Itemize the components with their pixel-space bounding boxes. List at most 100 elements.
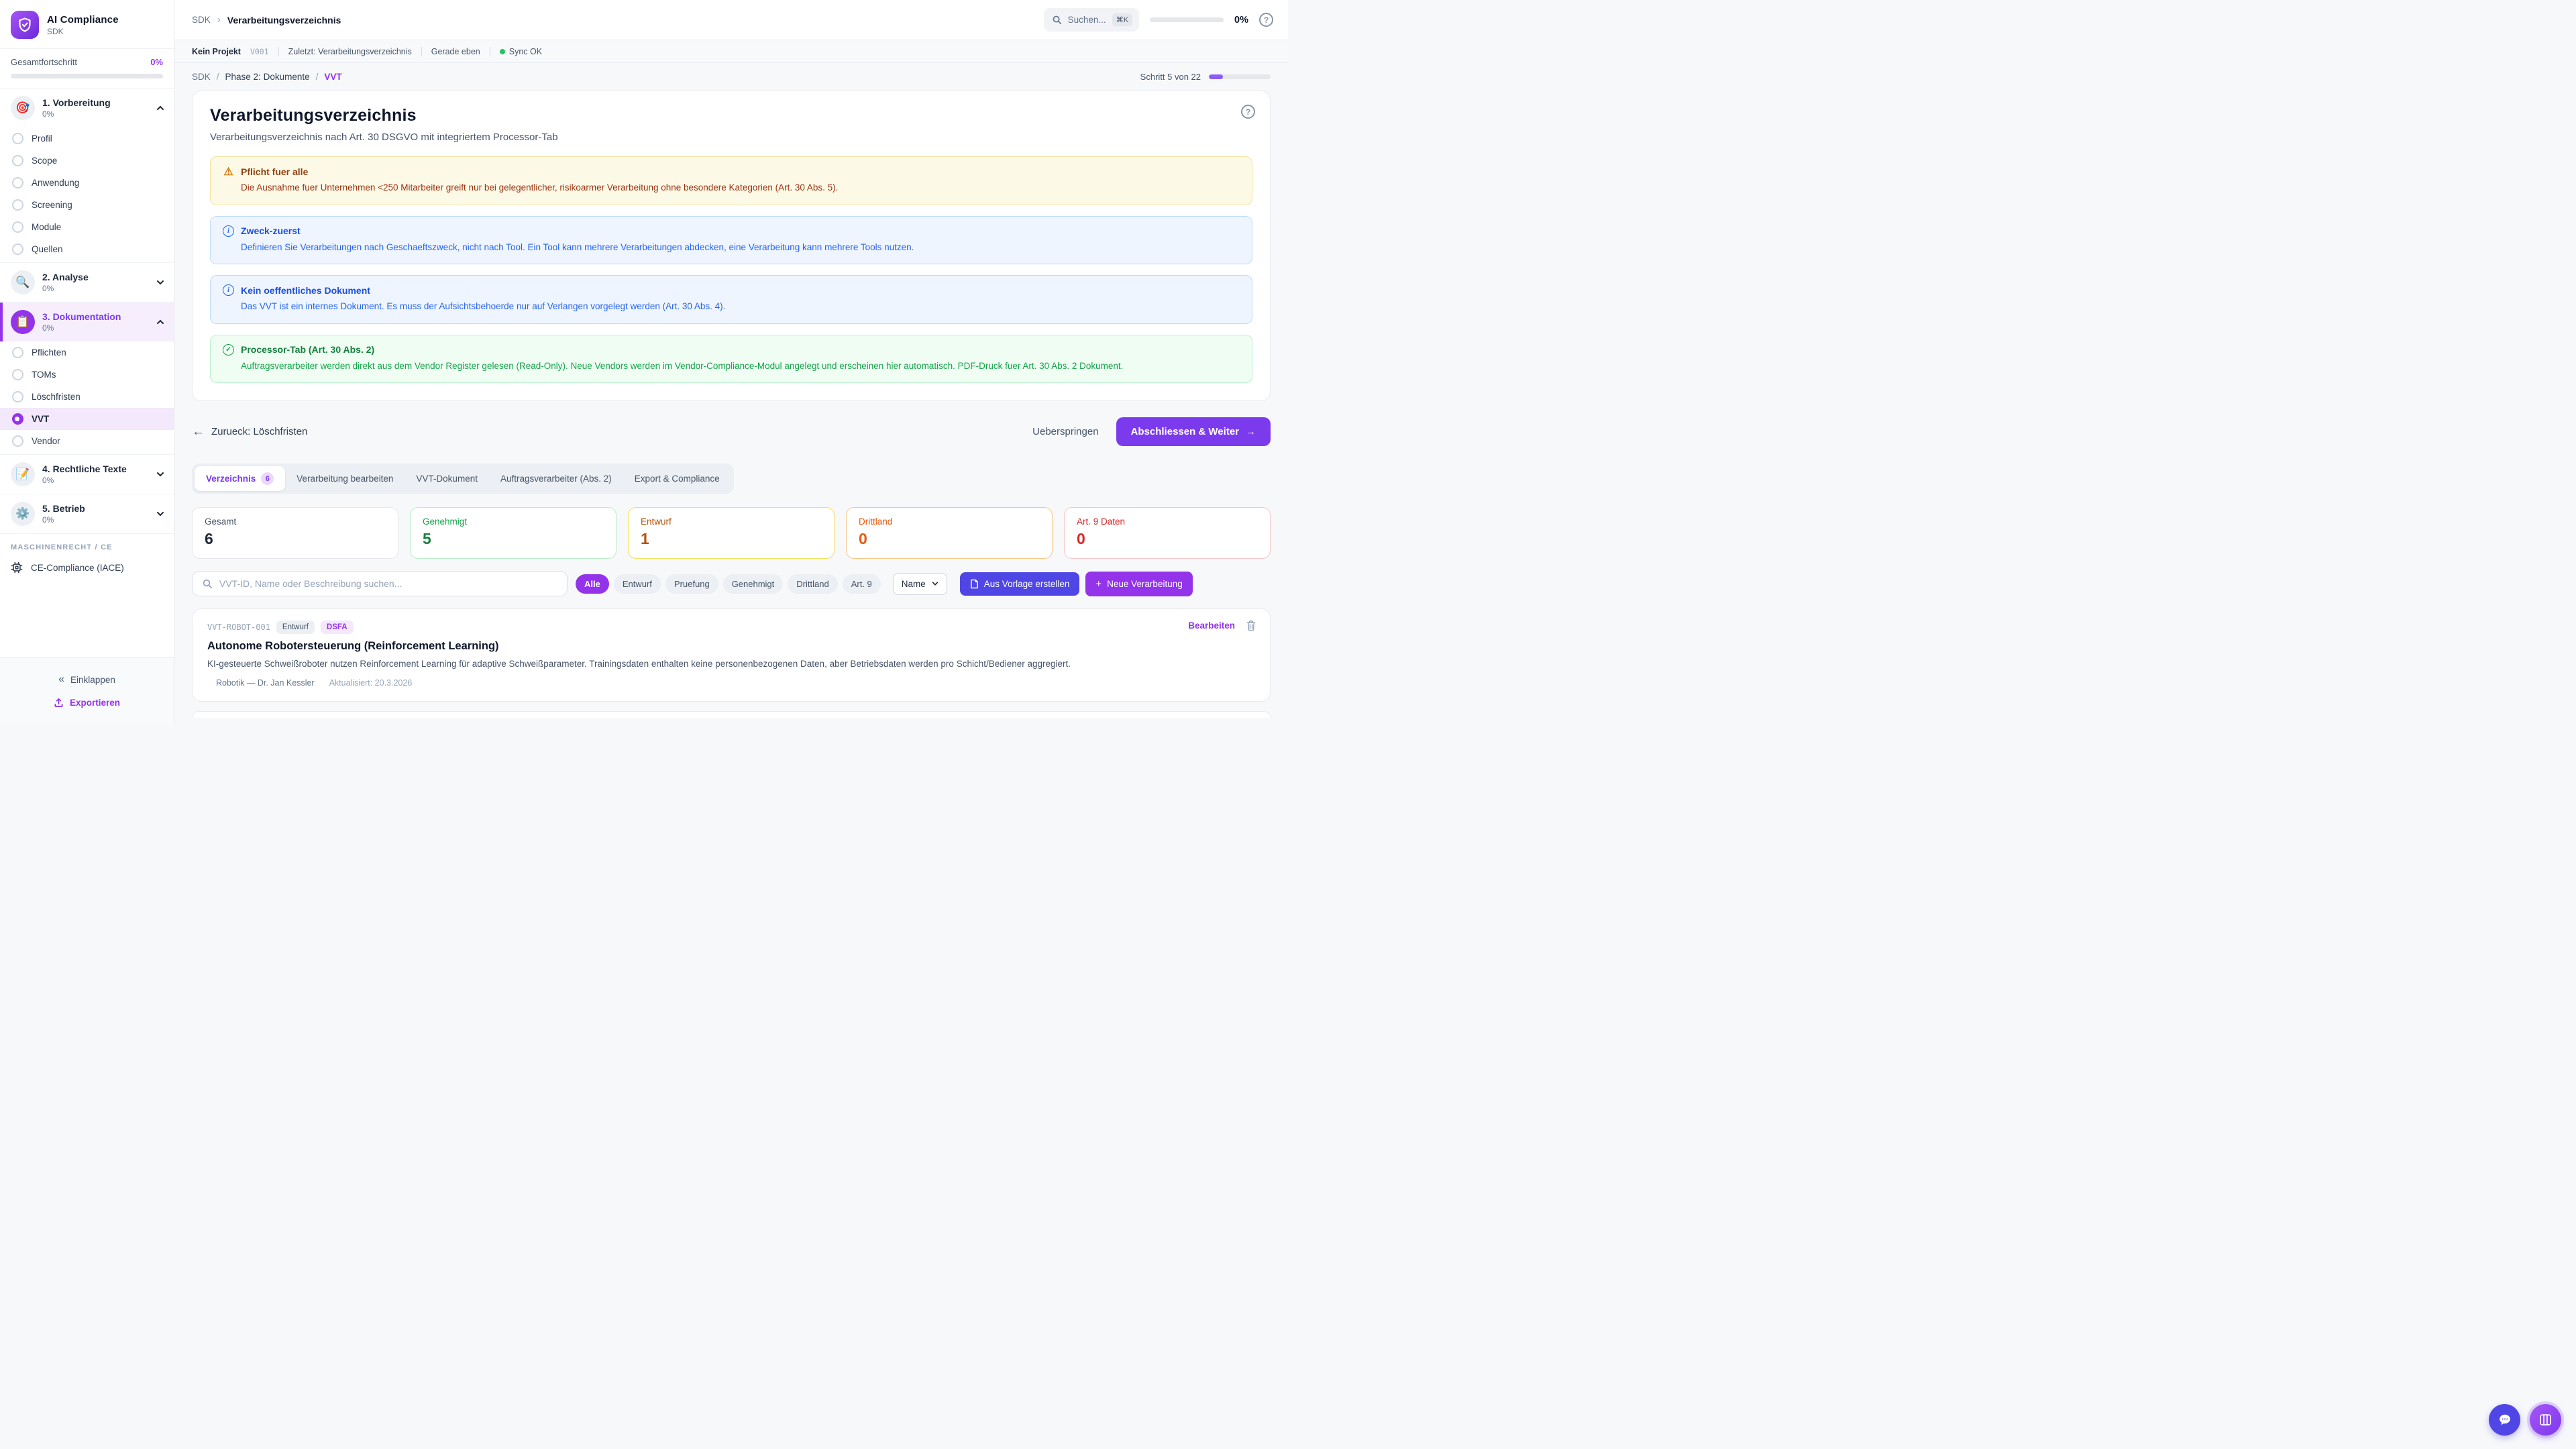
sidebar-section-vorbereitung[interactable]: 🎯 1. Vorbereitung 0% [0,89,174,127]
dsfa-badge: DSFA [321,621,354,634]
complete-continue-button[interactable]: Abschliessen & Weiter → [1116,417,1271,446]
upload-icon [54,698,64,708]
app-title: AI Compliance [47,14,119,25]
sidebar-item-screening[interactable]: Screening [0,194,174,216]
chip-drittland[interactable]: Drittland [788,574,837,594]
delete-record-icon[interactable] [1246,620,1256,631]
sidebar-section-rechtliche-texte[interactable]: 📝 4. Rechtliche Texte 0% [0,455,174,494]
create-from-template-button[interactable]: Aus Vorlage erstellen [960,572,1080,596]
warning-icon: ⚠ [223,166,234,177]
record-search-input[interactable] [219,578,557,589]
radio-icon [12,369,23,380]
record-description: KI-gesteuerte Schweißroboter nutzen Rein… [207,657,1167,671]
record-id: VVT-ROBOT-001 [207,623,270,632]
crumb-sdk[interactable]: SDK [192,72,211,82]
chevron-down-icon [156,470,164,478]
step-progress: Schritt 5 von 22 [1140,72,1271,82]
record-search[interactable] [192,571,568,596]
tab-export-compliance[interactable]: Export & Compliance [623,468,731,490]
alert-success: ✓Processor-Tab (Art. 30 Abs. 2) Auftrags… [210,335,1252,384]
chip-entwurf[interactable]: Entwurf [614,574,661,594]
sidebar-item-toms[interactable]: TOMs [0,364,174,386]
radio-icon [12,177,23,189]
search-icon [202,578,213,589]
search-icon [1052,15,1062,25]
section-percent: 0% [42,476,149,485]
section-percent: 0% [42,515,149,525]
chip-art9[interactable]: Art. 9 [843,574,881,594]
stat-drittland: Drittland 0 [846,507,1053,559]
crumb-phase2[interactable]: Phase 2: Dokumente [225,72,310,82]
chip-genehmigt[interactable]: Genehmigt [723,574,784,594]
sidebar-item-scope[interactable]: Scope [0,150,174,172]
radio-icon [12,221,23,233]
count-badge: 6 [261,472,274,485]
tab-vvt-dokument[interactable]: VVT-Dokument [405,468,489,490]
radio-selected-icon [12,413,23,425]
sidebar-item-ce-compliance[interactable]: CE-Compliance (IACE) [0,555,174,580]
filter-chips: Alle Entwurf Pruefung Genehmigt Drittlan… [576,574,881,594]
sidebar-item-vvt[interactable]: VVT [0,408,174,430]
global-search[interactable]: Suchen... ⌘K [1044,8,1139,32]
sidebar-item-quellen[interactable]: Quellen [0,238,174,262]
radio-icon [12,391,23,402]
tab-verzeichnis[interactable]: Verzeichnis 6 [195,466,285,491]
edit-record-button[interactable]: Bearbeiten [1188,621,1235,631]
breadcrumb-sdk[interactable]: SDK [192,15,211,25]
section-percent: 0% [42,323,149,333]
sidebar-item-pflichten[interactable]: Pflichten [0,341,174,364]
radio-icon [12,133,23,144]
sidebar-item-module[interactable]: Module [0,216,174,238]
help-icon[interactable]: ? [1259,13,1273,27]
step-progress-bar [1209,74,1271,79]
status-bar: Kein Projekt V001 Zuletzt: Verarbeitungs… [174,40,1288,63]
new-record-button[interactable]: + Neue Verarbeitung [1085,572,1192,596]
sync-status: Sync OK [500,47,542,56]
sidebar-section-betrieb[interactable]: ⚙️ 5. Betrieb 0% [0,494,174,533]
sidebar-item-profil[interactable]: Profil [0,127,174,150]
skip-button[interactable]: Ueberspringen [1032,426,1098,437]
sidebar-item-vendor[interactable]: Vendor [0,430,174,454]
tab-verarbeitung-bearbeiten[interactable]: Verarbeitung bearbeiten [285,468,405,490]
project-name: Kein Projekt [192,47,241,56]
info-icon: i [223,225,234,237]
back-button[interactable]: ← Zurueck: Löschfristen [192,425,307,439]
main-content: SDK / Phase 2: Dokumente / VVT Schritt 5… [174,63,1288,724]
record-title: Autonome Robotersteuerung (Reinforcement… [207,640,1255,653]
chip-alle[interactable]: Alle [576,574,609,594]
sidebar-section-analyse[interactable]: 🔍 2. Analyse 0% [0,263,174,302]
collapse-sidebar-button[interactable]: « Einklappen [0,667,174,692]
radio-icon [12,347,23,358]
plus-icon: + [1095,578,1102,590]
record-owner: Robotik — Dr. Jan Kessler [216,678,315,688]
page-header-card: Verarbeitungsverzeichnis Verarbeitungsve… [192,91,1271,401]
header-progress-value: 0% [1234,15,1248,25]
section-percent: 0% [42,284,149,293]
chip-pruefung[interactable]: Pruefung [665,574,718,594]
last-activity: Zuletzt: Verarbeitungsverzeichnis [288,47,412,56]
help-icon[interactable]: ? [1241,105,1255,119]
sidebar-section-dokumentation[interactable]: 📋 3. Dokumentation 0% [0,303,174,341]
record-card-partial [192,711,1271,718]
sidebar-item-anwendung[interactable]: Anwendung [0,172,174,194]
section-label: 2. Analyse [42,272,149,282]
crumb-vvt: VVT [324,72,341,82]
export-button[interactable]: Exportieren [0,692,174,714]
sort-select[interactable]: Name [893,573,947,595]
chevron-down-icon [156,278,164,286]
tab-auftragsverarbeiter[interactable]: Auftragsverarbeiter (Abs. 2) [489,468,623,490]
radio-icon [12,199,23,211]
sidebar-item-loeschfristen[interactable]: Löschfristen [0,386,174,408]
record-card: VVT-ROBOT-001 Entwurf DSFA Autonome Robo… [192,608,1271,702]
stat-cards: Gesamt 6 Genehmigt 5 Entwurf 1 Drittland… [192,507,1271,559]
overall-progress-value: 0% [150,57,163,67]
breadcrumb: SDK › Verarbeitungsverzeichnis [192,14,341,25]
app-subtitle: SDK [47,27,119,36]
chevron-up-icon [156,104,164,112]
alert-info: iKein oeffentliches Dokument Das VVT ist… [210,275,1252,324]
collapse-icon: « [58,674,64,686]
stat-genehmigt: Genehmigt 5 [410,507,616,559]
section-label: 3. Dokumentation [42,311,149,322]
board-view-button[interactable] [2530,1404,2561,1436]
chat-assistant-button[interactable] [2489,1404,2520,1436]
